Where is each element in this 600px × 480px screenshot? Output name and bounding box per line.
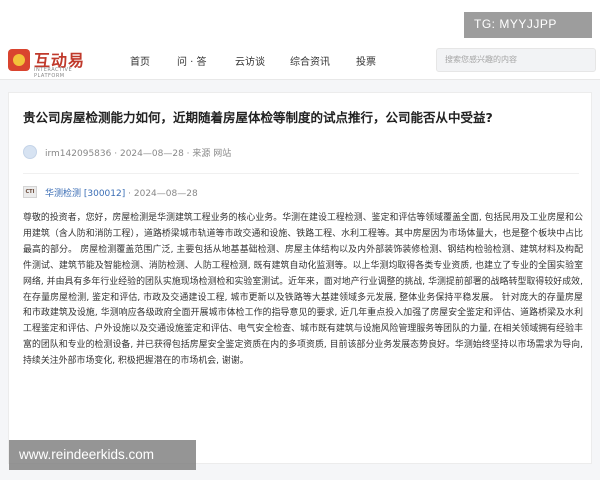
nav-item-qa[interactable]: 问 · 答 [177,53,207,68]
tg-watermark: TG: MYYJJPP [464,12,592,38]
site-logo[interactable]: 互动易 INTERACTIVE PLATFORM [8,47,88,79]
question-source: 来源 网站 [192,149,232,159]
nav-item-home[interactable]: 首页 [130,53,150,68]
question-date: 2024—08—28 [119,149,184,159]
search-input[interactable] [445,55,587,64]
logo-mark-icon [8,49,30,71]
logo-subtext: INTERACTIVE PLATFORM [34,67,73,79]
asker-name[interactable]: irm142095836 [45,149,111,159]
divider [23,173,579,174]
nav-item-news[interactable]: 综合资讯 [290,53,330,68]
search-box[interactable] [436,48,596,72]
nav-item-vote[interactable]: 投票 [356,53,376,68]
qa-card: 贵公司房屋检测能力如何，近期随着房屋体检等制度的试点推行，公司能否从中受益? i… [8,92,592,464]
site-watermark: www.reindeerkids.com [9,440,196,470]
meta-separator: · [114,149,118,159]
company-logo-icon: CTI [23,186,37,198]
answer-text: 尊敬的投资者，您好，房屋检测是华测建筑工程业务的核心业务。华测在建设工程检测、鉴… [23,213,583,367]
company-name-link[interactable]: 华测检测 [300012] [45,189,125,199]
company-meta: 华测检测 [300012] · 2024—08—28 [45,186,198,199]
meta-separator: · [128,189,131,199]
asker-avatar [23,145,37,159]
question-title: 贵公司房屋检测能力如何，近期随着房屋体检等制度的试点推行，公司能否从中受益? [23,110,493,125]
answer-date: 2024—08—28 [133,189,198,199]
nav-item-interviews[interactable]: 云访谈 [235,53,265,68]
meta-separator: · [186,149,190,159]
asker-meta: irm142095836 · 2024—08—28 · 来源 网站 [45,146,231,159]
